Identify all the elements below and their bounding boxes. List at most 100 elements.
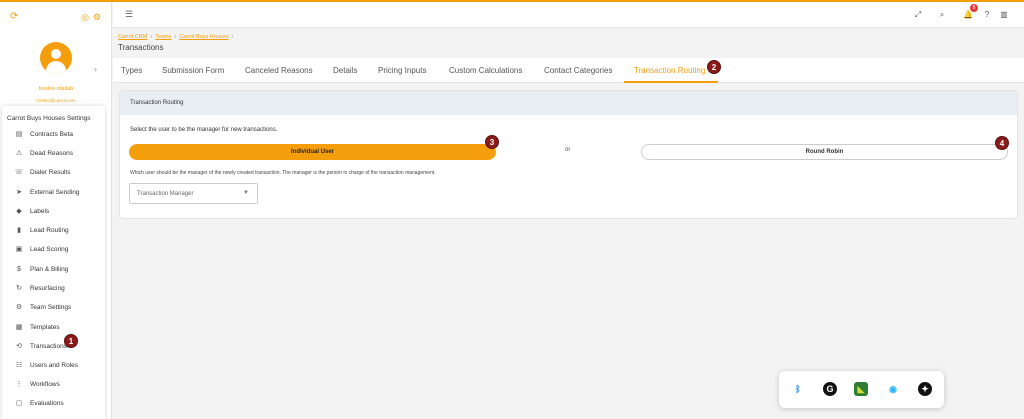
menu-item-transactions[interactable]: ⟲ Transactions — [14, 341, 104, 351]
settings-tabs: Types Submission Form Canceled Reasons D… — [113, 58, 1024, 83]
tab-types[interactable]: Types — [121, 66, 142, 75]
carrot-logo-icon[interactable]: ⟳ — [10, 12, 20, 22]
notification-count-badge: 8 — [970, 4, 978, 12]
menu-item-lead-scoring[interactable]: ▣ Lead Scoring — [14, 244, 104, 254]
annotation-badge-3: 3 — [485, 135, 499, 149]
menu-item-label: External Sending — [30, 188, 80, 196]
app-icon[interactable]: ✦ — [918, 382, 932, 396]
menu-item-labels[interactable]: ◆ Labels — [14, 206, 104, 216]
select-placeholder: Transaction Manager — [137, 191, 194, 197]
menu-item-label: Contracts Beta — [30, 130, 73, 138]
instruction-text: Select the user to be the manager for ne… — [130, 127, 278, 133]
menu-item-label: Plan & Billing — [30, 265, 69, 273]
menu-item-team-settings[interactable]: ⚙ Team Settings — [14, 302, 104, 312]
hamburger-menu-icon[interactable]: ☰ — [125, 9, 133, 20]
book-icon[interactable]: ▥ — [999, 10, 1009, 20]
menu-item-label: Team Settings — [30, 303, 72, 311]
menu-item-external-sending[interactable]: ➤ External Sending — [14, 187, 104, 197]
menu-item-resurfacing[interactable]: ↻ Resurfacing — [14, 283, 104, 293]
annotation-badge-1: 1 — [64, 334, 78, 348]
tab-custom-calculations[interactable]: Custom Calculations — [449, 66, 522, 75]
refresh-icon: ↻ — [16, 285, 22, 292]
menu-item-label: Labels — [30, 207, 50, 215]
manager-description: Which user should be the manager of the … — [130, 170, 436, 176]
menu-item-label: Users and Roles — [30, 361, 79, 369]
left-sidebar: ⟳ ◎ ⚙ › treslee otailab treslee@carrot.c… — [0, 2, 112, 419]
clipboard-icon: ▤ — [15, 131, 23, 138]
tab-pricing-inputs[interactable]: Pricing Inputs — [378, 66, 426, 75]
dollar-icon: $ — [17, 265, 21, 273]
menu-item-lead-routing[interactable]: ▮ Lead Routing — [14, 225, 104, 235]
settings-menu: Carrot Buys Houses Settings ▤ Contracts … — [2, 106, 105, 419]
phone-icon: ☏ — [14, 169, 24, 176]
menu-item-label: Lead Routing — [30, 226, 69, 234]
breadcrumb-link-team[interactable]: Carrot Buys Houses — [179, 34, 228, 40]
breadcrumb-link-teams[interactable]: Teams — [155, 34, 171, 40]
bar-chart-icon: ▮ — [17, 227, 21, 234]
user-name: treslee otailab — [38, 86, 74, 92]
breadcrumb-link-carrot-crm[interactable]: Carrot CRM — [118, 34, 147, 40]
fullscreen-icon[interactable]: ⤢ — [913, 10, 923, 20]
network-icon[interactable]: ◉ — [886, 382, 900, 396]
settings-title: Carrot Buys Houses Settings — [7, 115, 91, 122]
round-robin-button[interactable]: Round Robin — [641, 144, 1008, 160]
chevron-down-icon: ▼ — [243, 190, 249, 196]
chat-icon[interactable]: ◎ — [80, 12, 90, 22]
avatar-head-shape — [51, 49, 61, 59]
annotation-badge-4: 4 — [995, 136, 1009, 150]
menu-item-label: Workflows — [30, 380, 60, 388]
templates-icon: ▦ — [15, 324, 23, 331]
bluetooth-icon[interactable]: ᛒ — [791, 382, 805, 396]
tag-icon: ◆ — [16, 208, 22, 215]
system-tray-dock: ᛒ G ◣ ◉ ✦ — [779, 371, 944, 408]
menu-item-contracts-beta[interactable]: ▤ Contracts Beta — [14, 129, 104, 139]
settings-icon[interactable]: ⚙ — [92, 12, 102, 22]
help-icon[interactable]: ? — [982, 10, 992, 20]
menu-item-workflows[interactable]: ⋮ Workflows — [14, 379, 104, 389]
avatar[interactable] — [40, 42, 72, 74]
avatar-body-shape — [46, 61, 66, 74]
tab-canceled-reasons[interactable]: Canceled Reasons — [245, 66, 313, 75]
menu-item-dialer-results[interactable]: ☏ Dialer Results — [14, 167, 104, 177]
menu-item-label: Dialer Results — [30, 168, 71, 176]
menu-item-label: Lead Scoring — [30, 245, 69, 253]
top-bar: ☰ ⤢ ⌕ 🔔 8 ? ▥ — [113, 2, 1024, 28]
document-icon: ▢ — [15, 400, 23, 407]
send-icon: ➤ — [16, 189, 22, 196]
individual-user-button[interactable]: Individual User — [129, 144, 496, 160]
nvidia-icon[interactable]: ◣ — [854, 382, 868, 396]
sync-icon: ⟲ — [16, 343, 22, 350]
transaction-manager-select[interactable]: Transaction Manager ▼ — [129, 183, 258, 204]
menu-item-label: Transactions — [30, 342, 67, 350]
breadcrumb-separator: › — [174, 34, 177, 40]
sidebar-top-icons: ⟳ ◎ ⚙ — [8, 12, 103, 24]
transaction-routing-card: Transaction Routing Select the user to b… — [119, 90, 1018, 219]
breadcrumb-separator: › — [150, 34, 153, 40]
tab-submission-form[interactable]: Submission Form — [162, 66, 224, 75]
menu-item-label: Dead Reasons — [30, 149, 73, 157]
search-icon[interactable]: ⌕ — [937, 10, 947, 20]
menu-item-label: Evaluations — [30, 399, 64, 407]
user-email: treslee@carrot.com — [36, 98, 76, 103]
menu-item-label: Templates — [30, 323, 60, 331]
menu-item-dead-reasons[interactable]: ⚠ Dead Reasons — [14, 148, 104, 158]
chevron-right-icon[interactable]: › — [94, 64, 97, 74]
menu-item-plan-billing[interactable]: $ Plan & Billing — [14, 264, 104, 274]
grammarly-icon[interactable]: G — [823, 382, 837, 396]
breadcrumb: Carrot CRM › Teams › Carrot Buys Houses › — [118, 34, 236, 40]
warning-icon: ⚠ — [15, 150, 23, 157]
active-tab-underline — [624, 81, 718, 83]
or-separator: or — [565, 147, 571, 153]
card-title: Transaction Routing — [120, 91, 1017, 115]
breadcrumb-separator: › — [231, 34, 234, 40]
menu-item-label: Resurfacing — [30, 284, 65, 292]
tab-details[interactable]: Details — [333, 66, 357, 75]
tab-transaction-routing[interactable]: Transaction Routing — [634, 66, 705, 75]
team-gear-icon: ⚙ — [15, 304, 23, 311]
menu-item-evaluations[interactable]: ▢ Evaluations — [14, 398, 104, 408]
menu-item-templates[interactable]: ▦ Templates — [14, 322, 104, 332]
users-icon: ☷ — [15, 362, 23, 369]
tab-contact-categories[interactable]: Contact Categories — [544, 66, 612, 75]
menu-item-users-roles[interactable]: ☷ Users and Roles — [14, 360, 104, 370]
score-icon: ▣ — [15, 246, 23, 253]
